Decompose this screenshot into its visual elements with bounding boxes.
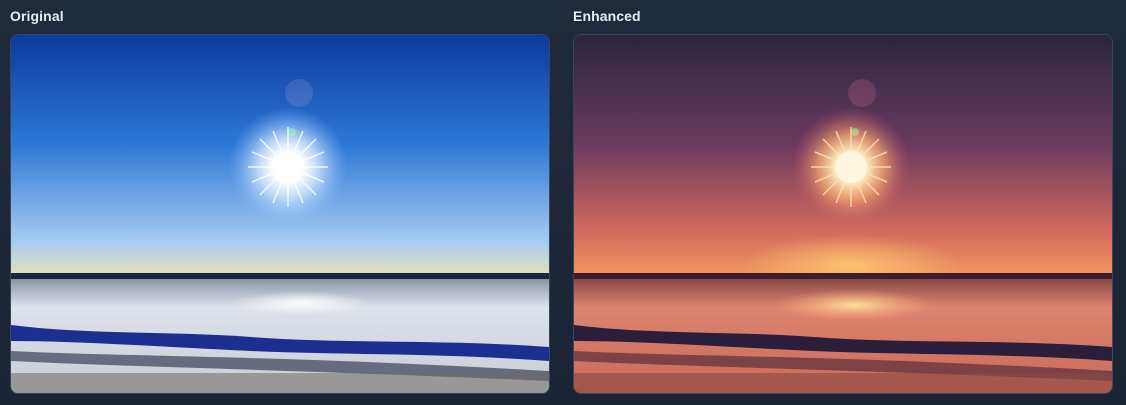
- original-image-frame: [10, 34, 550, 394]
- enhanced-title: Enhanced: [573, 8, 641, 24]
- enhanced-panel: Enhanced: [573, 0, 1113, 405]
- enhanced-image-frame: [573, 34, 1113, 394]
- original-panel: Original: [10, 0, 550, 405]
- enhanced-image: [574, 35, 1112, 393]
- comparison-view: Original Enhanced: [0, 0, 1126, 405]
- original-image: [11, 35, 549, 393]
- original-title: Original: [10, 8, 64, 24]
